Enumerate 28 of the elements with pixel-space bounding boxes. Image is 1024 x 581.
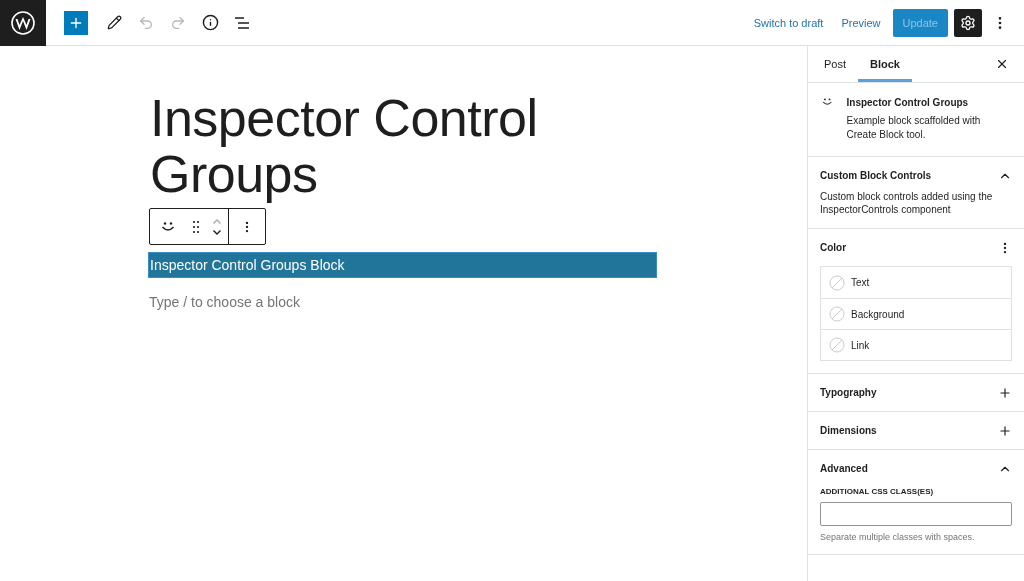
help-text: Separate multiple classes with spaces. (820, 532, 976, 542)
smile-icon (161, 221, 175, 232)
logo[interactable] (0, 0, 46, 46)
panel-description: Custom block controls added using the InspectorControls component (820, 190, 994, 216)
sidebar-tab[interactable]: Block (858, 46, 912, 82)
sidebar-tab[interactable]: Post (812, 46, 858, 82)
plus-icon[interactable] (998, 423, 1012, 438)
block-title: Inspector Control Groups (846, 97, 970, 108)
header-link[interactable]: Switch to draft (747, 16, 830, 29)
empty-swatch-icon (829, 337, 845, 353)
css-class-field[interactable] (820, 502, 1012, 526)
field-label: ADDITIONAL CSS CLASS(ES) (820, 487, 935, 496)
move-down-icon[interactable] (212, 228, 222, 236)
plus-icon[interactable] (998, 385, 1012, 400)
add-block-button[interactable] (64, 10, 88, 35)
panel-toggle[interactable]: Advanced (820, 450, 1012, 487)
empty-swatch-icon (829, 274, 845, 291)
settings-icon (960, 14, 976, 31)
wordpress-logo-icon (11, 10, 35, 35)
block-description: Example block scaffolded with Create Block tool. (846, 114, 982, 142)
settings-button[interactable] (954, 8, 982, 37)
header-link[interactable]: Preview (835, 16, 887, 29)
block-smile-icon (822, 97, 833, 107)
panel-toggle[interactable]: Typography (820, 374, 1012, 411)
panel-toggle[interactable]: Dimensions (820, 412, 1012, 449)
empty-swatch-icon (829, 306, 845, 322)
panel-toggle[interactable]: Color (820, 229, 1012, 266)
post-title[interactable]: Inspector Control Groups (150, 90, 620, 202)
